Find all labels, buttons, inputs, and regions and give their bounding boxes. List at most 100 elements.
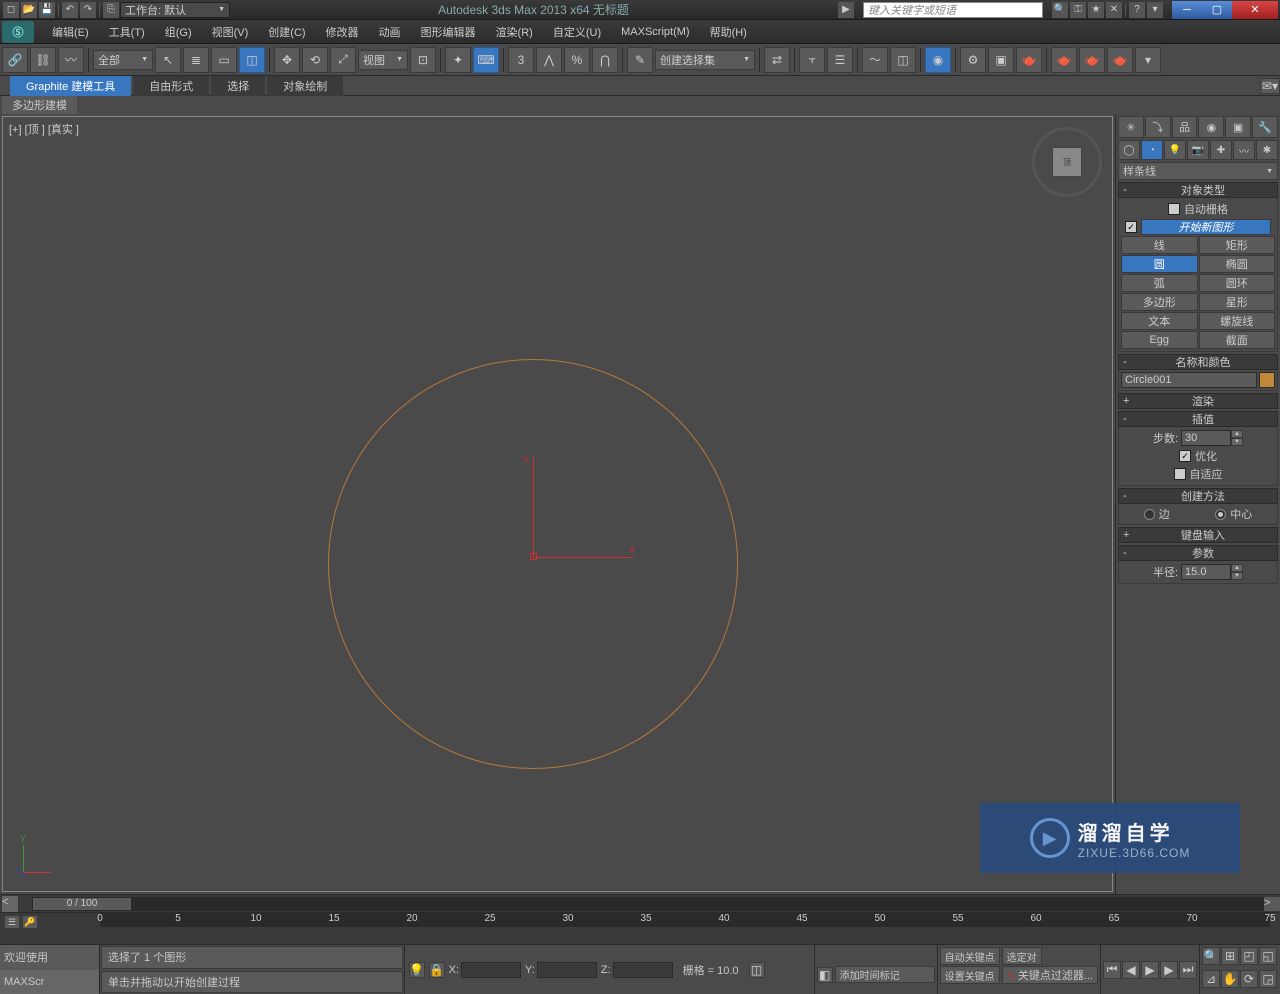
rotate-icon[interactable]: ⟲	[302, 47, 328, 73]
menu-edit[interactable]: 编辑(E)	[42, 20, 99, 44]
viewport-label[interactable]: [+] [顶 ] [真实 ]	[9, 121, 79, 137]
align-icon[interactable]: ⫟	[799, 47, 825, 73]
comm-center-arrow-icon[interactable]: ▶	[838, 2, 854, 18]
next-frame-icon[interactable]: ▶	[1160, 961, 1178, 979]
subtab-cameras-icon[interactable]: 📷	[1187, 140, 1209, 160]
shape-helix-button[interactable]: 螺旋线	[1199, 312, 1276, 330]
auto-key-button[interactable]: 自动关键点	[940, 947, 1000, 965]
menu-render[interactable]: 渲染(R)	[486, 20, 543, 44]
ribbon-tab-freeform[interactable]: 自由形式	[133, 76, 209, 96]
optimize-checkbox[interactable]: ✓	[1179, 450, 1191, 462]
select-name-icon[interactable]: ≣	[183, 47, 209, 73]
prev-frame-icon[interactable]: ◀	[1122, 961, 1140, 979]
bind-space-warp-icon[interactable]: 〰	[58, 47, 84, 73]
ribbon-collapse-icon[interactable]: ✉▾	[1260, 78, 1280, 94]
redo-icon[interactable]: ↷	[80, 2, 96, 18]
selected-button[interactable]: 选定对	[1002, 947, 1042, 965]
ref-coord-dropdown[interactable]: 视图	[358, 50, 408, 70]
shape-section-button[interactable]: 截面	[1199, 331, 1276, 349]
shape-arc-button[interactable]: 弧	[1121, 274, 1198, 292]
viewcube[interactable]: 顶	[1032, 127, 1102, 197]
scale-icon[interactable]: ⤢	[330, 47, 356, 73]
select-icon[interactable]: ↖	[155, 47, 181, 73]
menu-create[interactable]: 创建(C)	[258, 20, 315, 44]
ribbon-tab-paint[interactable]: 对象绘制	[267, 76, 343, 96]
radius-spinner[interactable]: 15.0 ▲▼	[1181, 564, 1243, 580]
layers-icon[interactable]: ☰	[827, 47, 853, 73]
manipulate-icon[interactable]: ✦	[445, 47, 471, 73]
gizmo-y-axis[interactable]	[533, 457, 534, 557]
zoom-extents-icon[interactable]: ◰	[1240, 947, 1258, 965]
time-handle-right[interactable]: >	[1264, 897, 1280, 911]
subtab-geometry-icon[interactable]: ◯	[1118, 140, 1140, 160]
tab-display-icon[interactable]: ▣	[1225, 116, 1251, 138]
select-rect-icon[interactable]: ▭	[211, 47, 237, 73]
rollout-head-object-type[interactable]: 对象类型	[1118, 182, 1278, 198]
menu-tools[interactable]: 工具(T)	[99, 20, 155, 44]
rollout-head-params[interactable]: 参数	[1118, 545, 1278, 561]
steps-spinner[interactable]: 30 ▲▼	[1181, 430, 1243, 446]
search-input[interactable]: 键入关键字或短语	[863, 2, 1043, 18]
menu-customize[interactable]: 自定义(U)	[543, 20, 611, 44]
render-active-icon[interactable]: ▾	[1135, 47, 1161, 73]
spinner-snap-icon[interactable]: ⋂	[592, 47, 618, 73]
shape-egg-button[interactable]: Egg	[1121, 331, 1198, 349]
selection-lock-icon[interactable]: 🔒	[429, 962, 445, 978]
close-button[interactable]: ✕	[1232, 1, 1278, 19]
key-icon[interactable]: ⚿	[1070, 2, 1086, 18]
menu-group[interactable]: 组(G)	[155, 20, 202, 44]
render-preset-icon[interactable]: 🫖	[1051, 47, 1077, 73]
schematic-icon[interactable]: ◫	[890, 47, 916, 73]
ruler[interactable]: 051015202530354045505560657075	[100, 913, 1270, 927]
workspace-dropdown[interactable]: 工作台: 默认	[120, 2, 230, 18]
adaptive-checkbox[interactable]	[1174, 468, 1186, 480]
rollout-head-render[interactable]: 渲染	[1118, 393, 1278, 409]
object-name-input[interactable]: Circle001	[1121, 372, 1257, 388]
radius-input[interactable]: 15.0	[1181, 564, 1231, 580]
star-icon[interactable]: ★	[1088, 2, 1104, 18]
render-icon[interactable]: 🫖	[1016, 47, 1042, 73]
shape-donut-button[interactable]: 圆环	[1199, 274, 1276, 292]
exchange-icon[interactable]: ✕	[1106, 2, 1122, 18]
rollout-head-name[interactable]: 名称和颜色	[1118, 354, 1278, 370]
autogrid-checkbox[interactable]	[1168, 203, 1180, 215]
menu-modifiers[interactable]: 修改器	[316, 20, 369, 44]
tab-motion-icon[interactable]: ◉	[1198, 116, 1224, 138]
ribbon-tab-graphite[interactable]: Graphite 建模工具	[10, 76, 131, 96]
lock-icon[interactable]: 💡	[409, 962, 425, 978]
spinner-buttons[interactable]: ▲▼	[1231, 564, 1243, 580]
startnew-checkbox[interactable]: ✓	[1125, 221, 1137, 233]
project-icon[interactable]: ⎘	[103, 2, 119, 18]
named-selection-dropdown[interactable]: 创建选择集	[655, 50, 755, 70]
zoom-extents-all-icon[interactable]: ◱	[1259, 947, 1277, 965]
color-swatch[interactable]	[1259, 372, 1275, 388]
z-input[interactable]	[613, 962, 673, 978]
fov-icon[interactable]: ⊿	[1202, 970, 1220, 988]
edit-named-sel-icon[interactable]: ✎	[627, 47, 653, 73]
add-time-tag[interactable]: 添加时间标记	[835, 966, 935, 983]
x-input[interactable]	[461, 962, 521, 978]
keyboard-shortcut-icon[interactable]: ⌨	[473, 47, 499, 73]
rollout-head-interp[interactable]: 插值	[1118, 411, 1278, 427]
maximize-viewport-icon[interactable]: ◲	[1259, 970, 1277, 988]
viewcube-face[interactable]: 顶	[1052, 147, 1082, 177]
subtab-helpers-icon[interactable]: ✚	[1210, 140, 1232, 160]
center-radio[interactable]	[1215, 509, 1226, 520]
gizmo-x-axis[interactable]	[533, 557, 633, 558]
new-icon[interactable]: ◻	[3, 2, 19, 18]
subtab-shapes-icon[interactable]: ◔	[1141, 140, 1163, 160]
shape-text-button[interactable]: 文本	[1121, 312, 1198, 330]
set-key-button[interactable]: 设置关键点	[940, 966, 1000, 984]
material-editor-icon[interactable]: ◉	[925, 47, 951, 73]
tab-create-icon[interactable]: ✳	[1118, 116, 1144, 138]
play-icon[interactable]: ▶	[1141, 961, 1159, 979]
undo-icon[interactable]: ↶	[62, 2, 78, 18]
circle-object[interactable]	[328, 359, 738, 769]
shape-ngon-button[interactable]: 多边形	[1121, 293, 1198, 311]
app-menu-button[interactable]: Ⓢ	[2, 21, 34, 43]
menu-help[interactable]: 帮助(H)	[700, 20, 757, 44]
steps-input[interactable]: 30	[1181, 430, 1231, 446]
menu-graph[interactable]: 图形编辑器	[411, 20, 486, 44]
subtab-spacewarps-icon[interactable]: 〰	[1233, 140, 1255, 160]
subtab-lights-icon[interactable]: 💡	[1164, 140, 1186, 160]
